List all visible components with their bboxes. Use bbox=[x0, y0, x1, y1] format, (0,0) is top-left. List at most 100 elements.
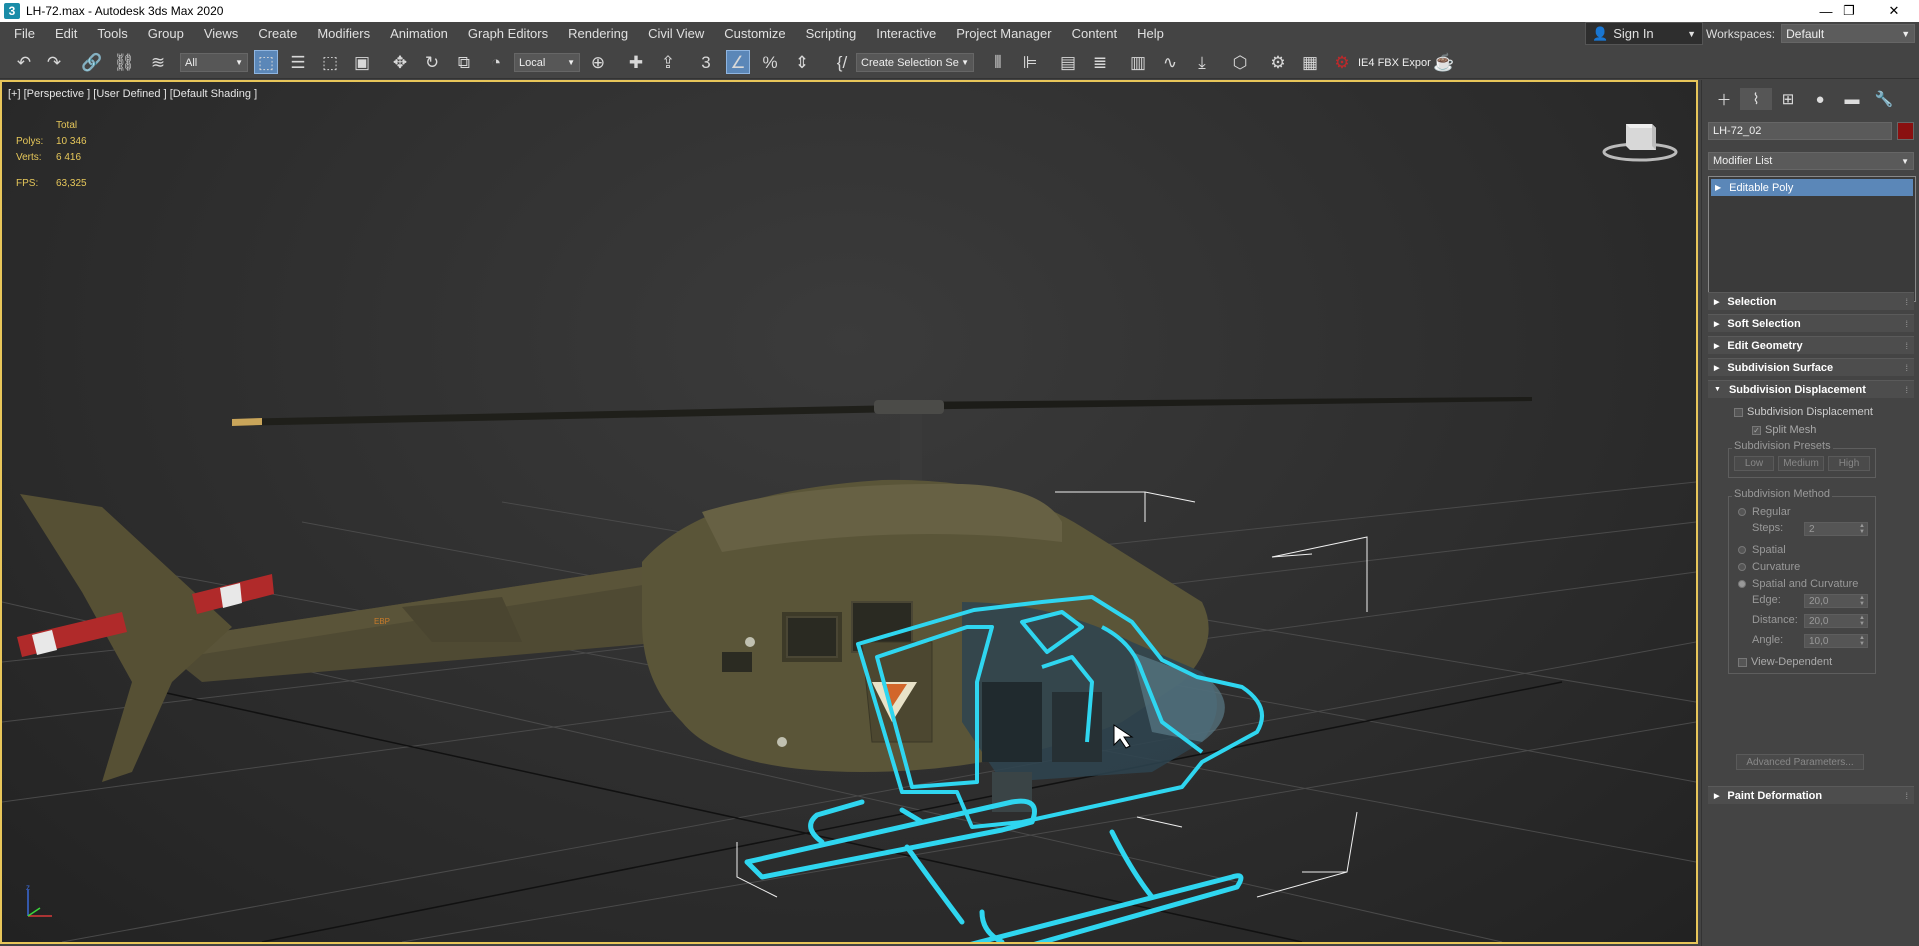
rendered-frame-window-icon[interactable]: ▦ bbox=[1298, 50, 1322, 74]
menu-edit[interactable]: Edit bbox=[45, 22, 87, 45]
scene-explorer-icon[interactable]: ▤ bbox=[1056, 50, 1080, 74]
rollout-selection[interactable]: ▶ Selection ⁞ bbox=[1708, 292, 1914, 310]
redo-icon[interactable]: ↷ bbox=[42, 50, 66, 74]
menu-scripting[interactable]: Scripting bbox=[796, 22, 867, 45]
spinner-arrows-icon[interactable]: ▲ ▼ bbox=[1859, 595, 1865, 607]
angle-spinner[interactable]: 10,0 ▲ ▼ bbox=[1804, 634, 1868, 648]
utilities-tab-icon[interactable]: 🔧 bbox=[1868, 88, 1900, 110]
menu-group[interactable]: Group bbox=[138, 22, 194, 45]
menu-create[interactable]: Create bbox=[248, 22, 307, 45]
edge-spinner[interactable]: 20,0 ▲ ▼ bbox=[1804, 594, 1868, 608]
align-icon[interactable]: ⊫ bbox=[1018, 50, 1042, 74]
steps-spinner[interactable]: 2 ▲ ▼ bbox=[1804, 522, 1868, 536]
subdivision-displacement-checkbox[interactable]: Subdivision Displacement bbox=[1734, 406, 1873, 418]
rollout-edit-geometry[interactable]: ▶ Edit Geometry ⁞ bbox=[1708, 336, 1914, 354]
spatial-radio[interactable]: Spatial bbox=[1738, 544, 1786, 556]
object-color-swatch[interactable] bbox=[1897, 122, 1914, 140]
preset-high-button[interactable]: High bbox=[1828, 456, 1870, 471]
expand-triangle-icon[interactable]: ▶ bbox=[1715, 183, 1721, 192]
undo-icon[interactable]: ↶ bbox=[12, 50, 36, 74]
modify-tab-icon[interactable]: ⌇ bbox=[1740, 88, 1772, 110]
checkbox-label: Split Mesh bbox=[1765, 424, 1817, 436]
menu-tools[interactable]: Tools bbox=[87, 22, 137, 45]
menu-modifiers[interactable]: Modifiers bbox=[307, 22, 380, 45]
spinner-arrows-icon[interactable]: ▲ ▼ bbox=[1859, 523, 1865, 535]
menu-civil-view[interactable]: Civil View bbox=[638, 22, 714, 45]
named-selection-set-dropdown[interactable]: Create Selection Se ▼ bbox=[856, 53, 974, 72]
menu-rendering[interactable]: Rendering bbox=[558, 22, 638, 45]
scale-icon[interactable]: ⧉ bbox=[452, 50, 476, 74]
rollout-subdivision-displacement[interactable]: ▼ Subdivision Displacement ⁞ bbox=[1708, 380, 1914, 398]
motion-tab-icon[interactable]: ● bbox=[1804, 88, 1836, 110]
preset-low-button[interactable]: Low bbox=[1734, 456, 1774, 471]
snaps-toggle-icon[interactable]: 3 bbox=[694, 50, 718, 74]
advanced-parameters-button[interactable]: Advanced Parameters... bbox=[1736, 754, 1864, 770]
spinner-arrows-icon[interactable]: ▲ ▼ bbox=[1859, 635, 1865, 647]
hierarchy-tab-icon[interactable]: ⊞ bbox=[1772, 88, 1804, 110]
preset-medium-button[interactable]: Medium bbox=[1778, 456, 1824, 471]
bind-space-warp-icon[interactable]: ≋ bbox=[146, 50, 170, 74]
move-icon[interactable]: ✥ bbox=[388, 50, 412, 74]
menu-file[interactable]: File bbox=[0, 22, 45, 45]
select-manipulate-icon[interactable]: ✚ bbox=[624, 50, 648, 74]
link-icon[interactable]: 🔗 bbox=[80, 50, 104, 74]
curvature-radio[interactable]: Curvature bbox=[1738, 561, 1800, 573]
restore-button[interactable]: ❐ bbox=[1826, 0, 1872, 22]
selection-filter-dropdown[interactable]: All ▼ bbox=[180, 53, 248, 72]
menu-interactive[interactable]: Interactive bbox=[866, 22, 946, 45]
rollout-subdivision-surface[interactable]: ▶ Subdivision Surface ⁞ bbox=[1708, 358, 1914, 376]
render-setup-icon[interactable]: ⚙ bbox=[1266, 50, 1290, 74]
curve-editor-icon[interactable]: ∿ bbox=[1158, 50, 1182, 74]
rectangular-selection-icon[interactable]: ⬚ bbox=[318, 50, 342, 74]
verts-value: 6 416 bbox=[56, 152, 82, 163]
workspaces-select[interactable]: Default ▼ bbox=[1781, 24, 1916, 43]
split-mesh-checkbox[interactable]: ✓ Split Mesh bbox=[1752, 424, 1816, 436]
rollout-paint-deformation[interactable]: ▶ Paint Deformation ⁞ bbox=[1708, 786, 1914, 804]
percent-snap-icon[interactable]: % bbox=[758, 50, 782, 74]
menu-content[interactable]: Content bbox=[1062, 22, 1128, 45]
sign-in-dropdown[interactable]: 👤 Sign In ▼ bbox=[1585, 22, 1703, 45]
menu-customize[interactable]: Customize bbox=[714, 22, 795, 45]
reference-coordinate-dropdown[interactable]: Local ▼ bbox=[514, 53, 580, 72]
pivot-center-icon[interactable]: ⊕ bbox=[586, 50, 610, 74]
menu-animation[interactable]: Animation bbox=[380, 22, 458, 45]
perspective-viewport[interactable]: ЕВР [+] [Perspective] [User Defined] [… bbox=[0, 80, 1698, 944]
menu-project-manager[interactable]: Project Manager bbox=[946, 22, 1061, 45]
select-object-icon[interactable]: ⬚ bbox=[254, 50, 278, 74]
view-dependent-checkbox[interactable]: View-Dependent bbox=[1738, 656, 1832, 668]
render-teapot-icon[interactable]: ☕ bbox=[1432, 50, 1456, 74]
place-icon[interactable]: ◔ bbox=[484, 50, 508, 74]
unlink-icon[interactable]: ⛓ bbox=[112, 50, 136, 74]
menu-views[interactable]: Views bbox=[194, 22, 248, 45]
distance-spinner[interactable]: 20,0 ▲ ▼ bbox=[1804, 614, 1868, 628]
window-crossing-icon[interactable]: ▣ bbox=[350, 50, 374, 74]
display-tab-icon[interactable]: ▬ bbox=[1836, 88, 1868, 110]
create-tab-icon[interactable]: ＋ bbox=[1708, 88, 1740, 110]
edit-named-selection-icon[interactable]: {/ bbox=[830, 50, 854, 74]
fbx-export-label[interactable]: IE4 FBX Expor bbox=[1358, 53, 1431, 72]
rollout-soft-selection[interactable]: ▶ Soft Selection ⁞ bbox=[1708, 314, 1914, 332]
keyboard-shortcut-override-icon[interactable]: ⇪ bbox=[656, 50, 680, 74]
select-by-name-icon[interactable]: ☰ bbox=[286, 50, 310, 74]
stack-item-editable-poly[interactable]: ▶ Editable Poly bbox=[1711, 179, 1913, 196]
regular-radio[interactable]: Regular bbox=[1738, 506, 1791, 518]
spatial-curvature-radio[interactable]: Spatial and Curvature bbox=[1738, 578, 1858, 590]
viewcube-icon[interactable] bbox=[1600, 118, 1680, 162]
material-editor-icon[interactable]: ⬡ bbox=[1228, 50, 1252, 74]
collapse-triangle-icon: ▶ bbox=[1714, 364, 1720, 372]
menu-graph-editors[interactable]: Graph Editors bbox=[458, 22, 558, 45]
layer-explorer-icon[interactable]: ≣ bbox=[1088, 50, 1112, 74]
ribbon-toggle-icon[interactable]: ▥ bbox=[1126, 50, 1150, 74]
mirror-icon[interactable]: ⫴ bbox=[986, 50, 1010, 74]
viewport-label-menu[interactable]: [+] [Perspective ] [User Defined ] [Defa… bbox=[8, 88, 257, 100]
spinner-arrows-icon[interactable]: ▲ ▼ bbox=[1859, 615, 1865, 627]
object-name-field[interactable]: LH-72_02 bbox=[1708, 122, 1892, 140]
close-button[interactable]: ✕ bbox=[1871, 0, 1917, 22]
ue4-fbx-export-icon[interactable]: ⚙ bbox=[1330, 50, 1354, 74]
menu-help[interactable]: Help bbox=[1127, 22, 1174, 45]
modifier-list-dropdown[interactable]: Modifier List ▼ bbox=[1708, 152, 1914, 170]
spinner-snap-icon[interactable]: ⇕ bbox=[790, 50, 814, 74]
angle-snap-icon[interactable]: ∠ bbox=[726, 50, 750, 74]
schematic-view-icon[interactable]: ⤓ bbox=[1190, 50, 1214, 74]
rotate-icon[interactable]: ↻ bbox=[420, 50, 444, 74]
